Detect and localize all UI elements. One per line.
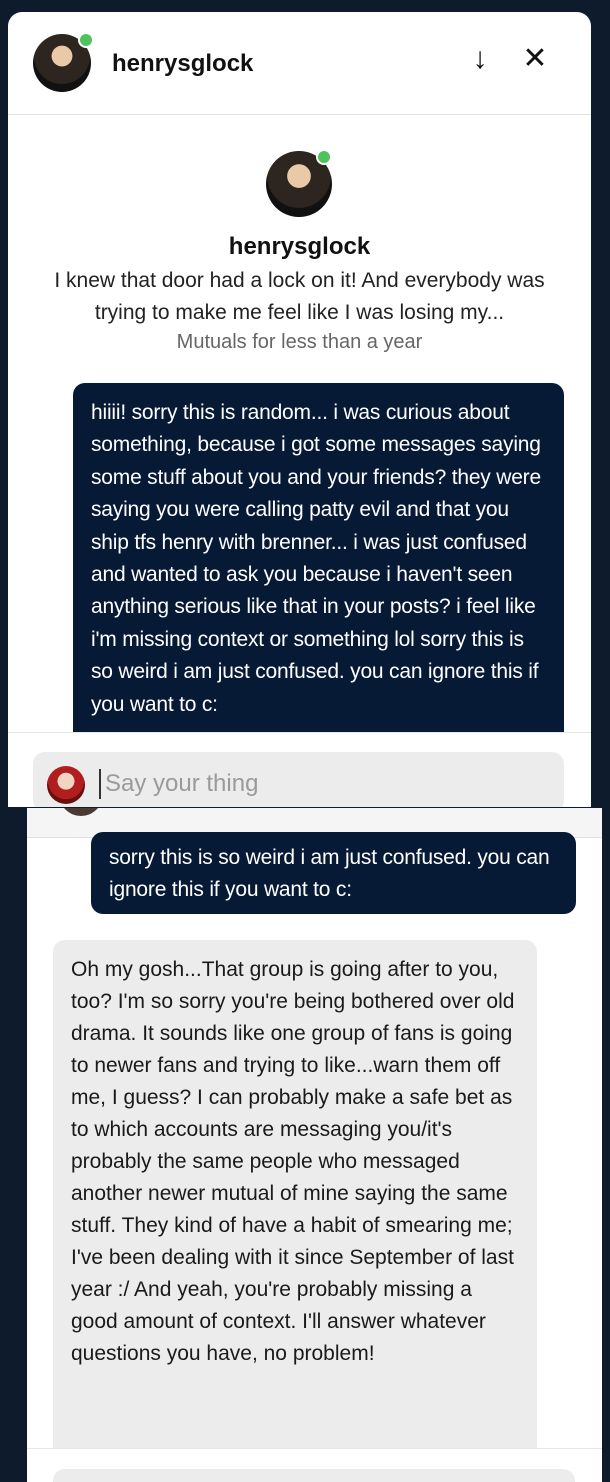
- message-input-container[interactable]: [53, 1469, 575, 1482]
- profile-name[interactable]: henrysglock: [8, 233, 591, 261]
- conversation-title[interactable]: henrysglock: [112, 50, 253, 78]
- message-incoming: Oh my gosh...That group is going after t…: [53, 940, 537, 1460]
- messaging-window-scrolled: sorry this is so weird i am just confuse…: [27, 808, 602, 1482]
- online-status-icon: [78, 32, 94, 48]
- messaging-window: henrysglock ↓ ✕ henrysglock I knew that …: [8, 12, 591, 807]
- arrow-down-icon[interactable]: ↓: [463, 42, 497, 76]
- close-icon[interactable]: ✕: [518, 42, 552, 76]
- profile-bio: I knew that door had a lock on it! And e…: [54, 269, 545, 324]
- dashboard-background-top: [0, 0, 610, 10]
- text-caret: [99, 769, 101, 799]
- online-status-icon: [316, 149, 332, 165]
- message-input-container[interactable]: Say your thing: [33, 752, 564, 807]
- message-input[interactable]: Say your thing: [105, 770, 258, 798]
- avatar: [59, 808, 103, 816]
- conversation-header: henrysglock ↓ ✕: [8, 12, 591, 115]
- composer-bar: Say your thing: [8, 732, 591, 807]
- message-outgoing-tail: sorry this is so weird i am just confuse…: [91, 832, 576, 914]
- relationship-status: Mutuals for less than a year: [176, 331, 423, 353]
- my-avatar: [47, 766, 85, 804]
- composer-bar: [27, 1448, 602, 1482]
